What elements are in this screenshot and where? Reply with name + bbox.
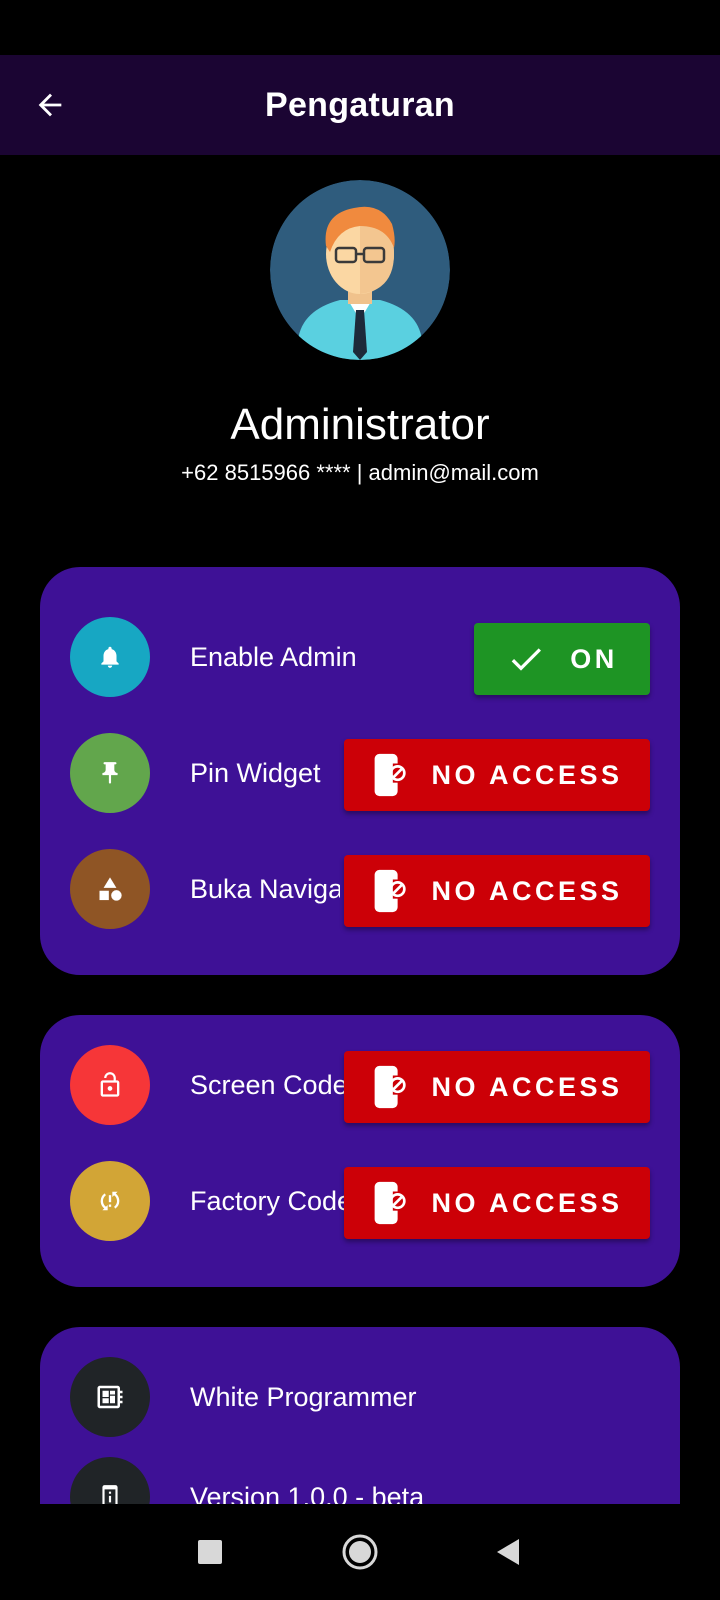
phone-blocked-icon [371, 1064, 407, 1110]
setting-label: Factory Code [190, 1186, 344, 1216]
settings-card-codes: Screen Code NO ACCESS Factory Code NO AC… [40, 1015, 680, 1287]
setting-row-enable-admin: Enable Admin ON [40, 617, 680, 697]
phone-blocked-icon [371, 752, 407, 798]
profile-section: Administrator +62 8515966 **** | admin@m… [0, 180, 720, 486]
developer-board-icon [70, 1357, 150, 1437]
setting-label: Buka Navigasi [190, 874, 340, 904]
avatar [270, 180, 450, 360]
page-title: Pengaturan [264, 85, 456, 124]
system-nav-bar [0, 1504, 720, 1600]
reset-icon [70, 1161, 150, 1241]
profile-contact: +62 8515966 **** | admin@mail.com [181, 460, 539, 485]
app-bar: Pengaturan [0, 55, 720, 155]
triangle-back-icon [497, 1539, 519, 1565]
buka-navigasi-no-access-button[interactable]: NO ACCESS [344, 855, 650, 927]
back-button[interactable] [28, 83, 72, 127]
settings-card-admin: Enable Admin ON Pin Widget NO ACCESS Buk… [40, 567, 680, 975]
system-back-button[interactable] [492, 1530, 524, 1574]
setting-row-screen-code: Screen Code NO ACCESS [40, 1045, 680, 1125]
button-label: NO ACCESS [431, 875, 623, 906]
arrow-left-icon [38, 93, 62, 117]
button-label: NO ACCESS [431, 759, 623, 790]
status-bar [0, 0, 720, 55]
screen-code-no-access-button[interactable]: NO ACCESS [344, 1051, 650, 1123]
button-label: ON [570, 643, 618, 674]
profile-name: Administrator [230, 400, 490, 449]
phone-blocked-icon [371, 868, 407, 914]
recent-apps-button[interactable] [194, 1528, 226, 1576]
setting-row-factory-code: Factory Code NO ACCESS [40, 1161, 680, 1241]
button-label: NO ACCESS [431, 1187, 623, 1218]
factory-code-no-access-button[interactable]: NO ACCESS [344, 1167, 650, 1239]
button-label: NO ACCESS [431, 1071, 623, 1102]
lock-open-icon [70, 1045, 150, 1125]
check-icon [506, 639, 546, 679]
info-label: White Programmer [190, 1382, 417, 1412]
setting-row-buka-navigasi: Buka Navigasi NO ACCESS [40, 849, 680, 929]
info-row-programmer: White Programmer [40, 1357, 680, 1437]
enable-admin-toggle-button[interactable]: ON [474, 623, 650, 695]
phone-blocked-icon [371, 1180, 407, 1226]
setting-label: Enable Admin [190, 642, 357, 672]
square-icon [198, 1540, 222, 1564]
shapes-icon [70, 849, 150, 929]
bell-icon [70, 617, 150, 697]
setting-label: Screen Code [190, 1070, 344, 1100]
circle-icon [342, 1534, 378, 1570]
pin-widget-no-access-button[interactable]: NO ACCESS [344, 739, 650, 811]
home-button[interactable] [340, 1532, 380, 1572]
setting-row-pin-widget: Pin Widget NO ACCESS [40, 733, 680, 813]
pin-icon [70, 733, 150, 813]
